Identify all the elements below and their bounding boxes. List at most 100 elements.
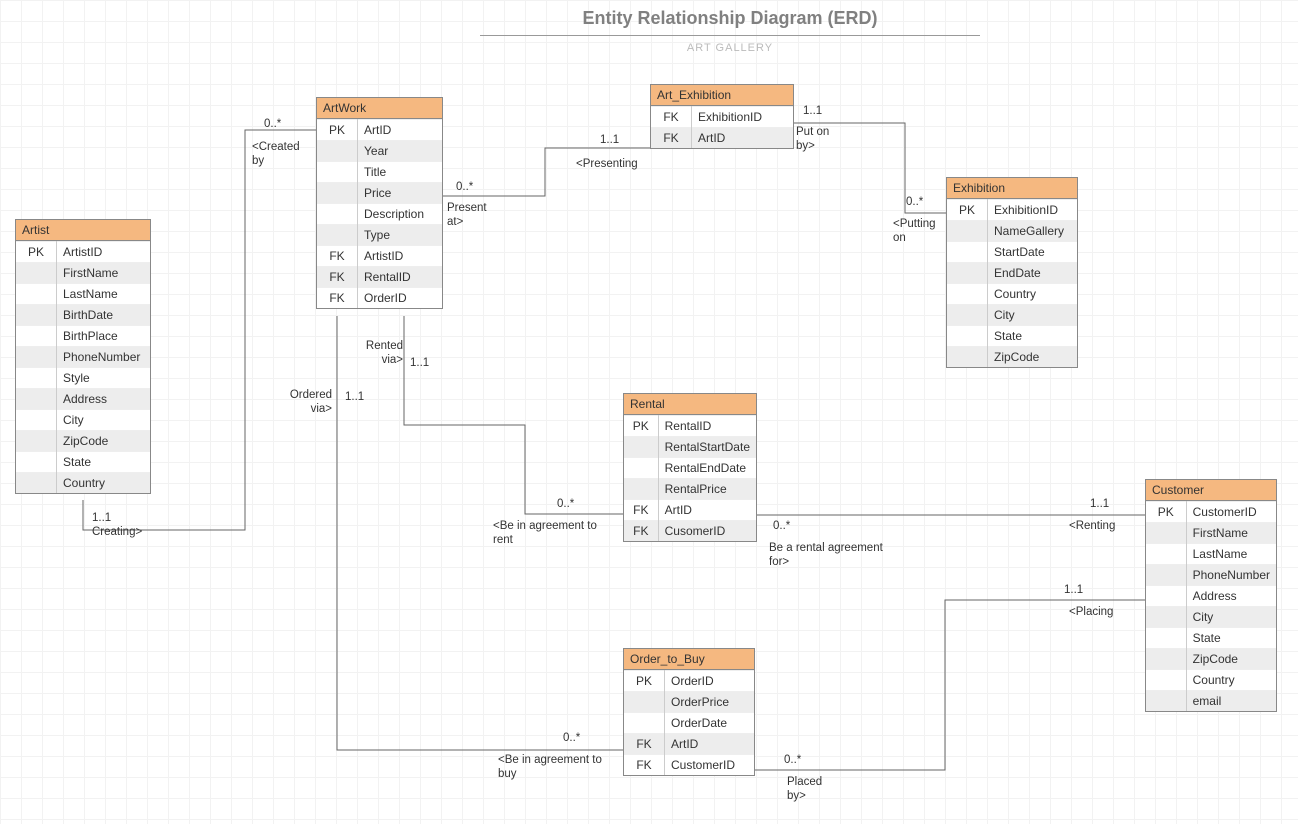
attribute-row: PKArtID: [317, 120, 442, 141]
attribute-row: PKCustomerID: [1146, 502, 1276, 523]
attribute-row: OrderPrice: [624, 692, 754, 713]
key-cell: [1146, 691, 1186, 712]
relationship-label: Be a rental agreement for>: [769, 541, 894, 570]
entity-header: ArtWork: [317, 98, 442, 119]
attribute-row: City: [1146, 607, 1276, 628]
attr-cell: RentalEndDate: [658, 458, 756, 479]
relationship-label: <Placing: [1069, 605, 1113, 619]
attr-cell: ArtID: [358, 120, 443, 141]
cardinality: 0..*: [557, 497, 574, 511]
attr-cell: BirthPlace: [57, 326, 151, 347]
attribute-row: FKOrderID: [317, 288, 442, 309]
key-cell: [317, 162, 358, 183]
attr-cell: BirthDate: [57, 305, 151, 326]
attr-cell: City: [988, 305, 1078, 326]
key-cell: [317, 183, 358, 204]
key-cell: PK: [624, 671, 665, 692]
diagram-subtitle: ART GALLERY: [480, 42, 980, 54]
attribute-row: FKCusomerID: [624, 521, 756, 542]
key-cell: [16, 389, 57, 410]
attr-cell: ExhibitionID: [988, 200, 1078, 221]
attr-cell: ZipCode: [1186, 649, 1276, 670]
key-cell: FK: [317, 246, 358, 267]
cardinality: 0..*: [264, 117, 281, 131]
relationship-label: <Renting: [1069, 519, 1115, 533]
attr-cell: StartDate: [988, 242, 1078, 263]
cardinality: 0..*: [906, 195, 923, 209]
attr-cell: State: [1186, 628, 1276, 649]
cardinality: 1..1: [92, 511, 111, 525]
diagram-title-block: Entity Relationship Diagram (ERD) ART GA…: [480, 8, 980, 54]
attr-cell: Year: [358, 141, 443, 162]
attr-cell: Country: [1186, 670, 1276, 691]
attribute-row: PKOrderID: [624, 671, 754, 692]
entity-customer: Customer PKCustomerIDFirstNameLastNamePh…: [1145, 479, 1277, 712]
attr-cell: email: [1186, 691, 1276, 712]
attr-cell: ArtID: [658, 500, 756, 521]
key-cell: [624, 713, 665, 734]
relationship-label: Placed by>: [787, 775, 832, 804]
relationship-label: Creating>: [92, 525, 142, 539]
attr-cell: LastName: [57, 284, 151, 305]
cardinality: 1..1: [600, 133, 619, 147]
entity-header: Order_to_Buy: [624, 649, 754, 670]
entity-header: Customer: [1146, 480, 1276, 501]
attribute-row: ZipCode: [16, 431, 150, 452]
key-cell: FK: [651, 107, 692, 128]
key-cell: PK: [317, 120, 358, 141]
attribute-row: RentalStartDate: [624, 437, 756, 458]
relationship-label: <Be in agreement to rent: [493, 519, 613, 548]
cardinality: 1..1: [345, 390, 364, 404]
attribute-row: City: [16, 410, 150, 431]
attribute-row: City: [947, 305, 1077, 326]
diagram-title: Entity Relationship Diagram (ERD): [480, 8, 980, 29]
attr-cell: EndDate: [988, 263, 1078, 284]
attribute-row: FKArtID: [624, 734, 754, 755]
key-cell: [317, 141, 358, 162]
attr-cell: State: [57, 452, 151, 473]
attr-cell: State: [988, 326, 1078, 347]
attr-cell: Title: [358, 162, 443, 183]
attribute-row: Style: [16, 368, 150, 389]
attr-cell: LastName: [1186, 544, 1276, 565]
attribute-row: State: [16, 452, 150, 473]
key-cell: PK: [624, 416, 658, 437]
attr-cell: RentalID: [358, 267, 443, 288]
key-cell: [16, 305, 57, 326]
attr-cell: ArtistID: [358, 246, 443, 267]
attribute-row: FKRentalID: [317, 267, 442, 288]
attribute-row: StartDate: [947, 242, 1077, 263]
key-cell: [947, 221, 988, 242]
entity-header: Exhibition: [947, 178, 1077, 199]
relationship-label: Put on by>: [796, 125, 838, 154]
attr-cell: CustomerID: [1186, 502, 1276, 523]
attr-cell: CusomerID: [658, 521, 756, 542]
key-cell: PK: [16, 242, 57, 263]
attribute-row: PhoneNumber: [1146, 565, 1276, 586]
relationship-label: Present at>: [447, 201, 497, 230]
cardinality: 0..*: [784, 753, 801, 767]
key-cell: FK: [624, 755, 665, 776]
attr-cell: RentalStartDate: [658, 437, 756, 458]
entity-exhibition: Exhibition PKExhibitionIDNameGalleryStar…: [946, 177, 1078, 368]
attribute-row: EndDate: [947, 263, 1077, 284]
key-cell: [16, 347, 57, 368]
attr-cell: ArtistID: [57, 242, 151, 263]
attribute-row: Description: [317, 204, 442, 225]
attribute-row: OrderDate: [624, 713, 754, 734]
relationship-label: Ordered via>: [283, 388, 332, 417]
entity-header: Rental: [624, 394, 756, 415]
attr-cell: Style: [57, 368, 151, 389]
key-cell: [16, 431, 57, 452]
key-cell: [1146, 523, 1186, 544]
entity-header: Artist: [16, 220, 150, 241]
attr-cell: City: [57, 410, 151, 431]
key-cell: FK: [624, 734, 665, 755]
attribute-row: FKArtID: [624, 500, 756, 521]
attr-cell: ZipCode: [988, 347, 1078, 368]
key-cell: [16, 473, 57, 494]
attr-cell: Price: [358, 183, 443, 204]
attr-cell: RentalPrice: [658, 479, 756, 500]
key-cell: [1146, 607, 1186, 628]
attr-cell: CustomerID: [665, 755, 755, 776]
